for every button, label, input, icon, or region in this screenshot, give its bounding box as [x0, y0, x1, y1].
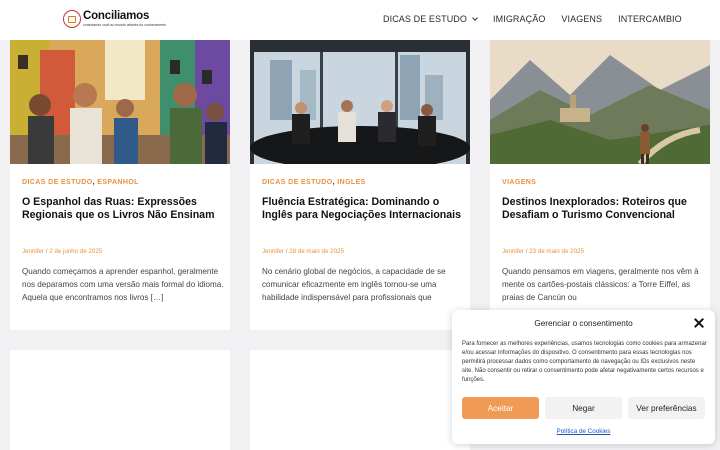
category-separator: ,: [332, 179, 335, 186]
deny-button[interactable]: Negar: [545, 397, 622, 419]
post-excerpt: No cenário global de negócios, a capacid…: [262, 267, 446, 303]
post-excerpt: Quando começamos a aprender espanhol, ge…: [22, 267, 224, 303]
accept-button[interactable]: Aceitar: [462, 397, 539, 419]
main-nav: DICAS DE ESTUDO IMIGRAÇÃO VIAGENS INTERC…: [383, 14, 698, 24]
category-link[interactable]: ESPANHOL: [97, 179, 139, 186]
post-date[interactable]: 23 de maio de 2025: [529, 248, 584, 255]
post-categories: DICAS DE ESTUDO, INGLES: [262, 179, 366, 186]
preferences-button[interactable]: Ver preferências: [628, 397, 705, 419]
post-date[interactable]: 28 de maio de 2025: [289, 248, 344, 255]
site-tagline: conectando você ao mundo através do conh…: [83, 22, 167, 27]
logo-icon: [63, 10, 81, 28]
nav-item-label: DICAS DE ESTUDO: [383, 14, 468, 24]
post-thumbnail[interactable]: [10, 40, 230, 164]
post-title[interactable]: Fluência Estratégica: Dominando o Inglês…: [262, 196, 462, 222]
site-name: Conciliamos: [83, 10, 150, 22]
nav-item-imigracao[interactable]: IMIGRAÇÃO: [493, 14, 545, 24]
close-icon[interactable]: [693, 317, 705, 329]
post-card: VIAGENS Destinos Inexplorados: Roteiros …: [490, 40, 710, 330]
post-author[interactable]: Jennifer: [502, 248, 524, 255]
post-card: DICAS DE ESTUDO, ESPANHOL O Espanhol das…: [10, 40, 230, 330]
cookie-title: Gerenciar o consentimento: [534, 319, 633, 328]
site-logo[interactable]: Conciliamos conectando você ao mundo atr…: [63, 10, 166, 28]
mountain-village-photo: [490, 40, 710, 164]
nav-item-dicas-de-estudo[interactable]: DICAS DE ESTUDO: [383, 14, 478, 24]
nav-item-label: IMIGRAÇÃO: [493, 14, 546, 24]
post-excerpt: Quando pensamos em viagens, geralmente n…: [502, 267, 699, 303]
post-meta: Jennifer / 28 de maio de 2025: [262, 248, 344, 255]
category-link[interactable]: DICAS DE ESTUDO: [262, 179, 333, 186]
category-link[interactable]: VIAGENS: [502, 179, 536, 186]
post-author[interactable]: Jennifer: [22, 248, 44, 255]
cookie-message: Para fornecer as melhores experiências, …: [462, 341, 707, 383]
meta-separator: /: [525, 248, 528, 255]
nav-item-label: VIAGENS: [561, 14, 603, 24]
nav-item-label: INTERCAMBIO: [618, 14, 682, 24]
meeting-photo: [250, 40, 470, 164]
category-link[interactable]: INGLES: [337, 179, 365, 186]
category-separator: ,: [92, 179, 95, 186]
post-thumbnail[interactable]: [490, 40, 710, 164]
post-card-placeholder: [10, 350, 230, 450]
post-categories: VIAGENS: [502, 179, 536, 186]
post-date[interactable]: 2 de junho de 2025: [49, 248, 102, 255]
meta-separator: /: [45, 248, 48, 255]
post-author[interactable]: Jennifer: [262, 248, 284, 255]
meta-separator: /: [285, 248, 288, 255]
post-title[interactable]: Destinos Inexplorados: Roteiros que Desa…: [502, 196, 702, 222]
street-photo: [10, 40, 230, 164]
post-categories: DICAS DE ESTUDO, ESPANHOL: [22, 179, 139, 186]
nav-item-viagens[interactable]: VIAGENS: [561, 14, 602, 24]
cookie-consent-dialog: Gerenciar o consentimento Para fornecer …: [452, 310, 715, 444]
post-meta: Jennifer / 23 de maio de 2025: [502, 248, 584, 255]
chevron-down-icon: [472, 14, 478, 21]
cookie-policy-link[interactable]: Política de Cookies: [452, 428, 715, 435]
post-card: DICAS DE ESTUDO, INGLES Fluência Estraté…: [250, 40, 470, 330]
post-card-placeholder: [250, 350, 470, 450]
post-thumbnail[interactable]: [250, 40, 470, 164]
nav-item-intercambio[interactable]: INTERCAMBIO: [618, 14, 682, 24]
site-header: Conciliamos conectando você ao mundo atr…: [0, 0, 720, 40]
post-title[interactable]: O Espanhol das Ruas: Expressões Regionai…: [22, 196, 222, 222]
category-link[interactable]: DICAS DE ESTUDO: [22, 179, 93, 186]
post-meta: Jennifer / 2 de junho de 2025: [22, 248, 102, 255]
